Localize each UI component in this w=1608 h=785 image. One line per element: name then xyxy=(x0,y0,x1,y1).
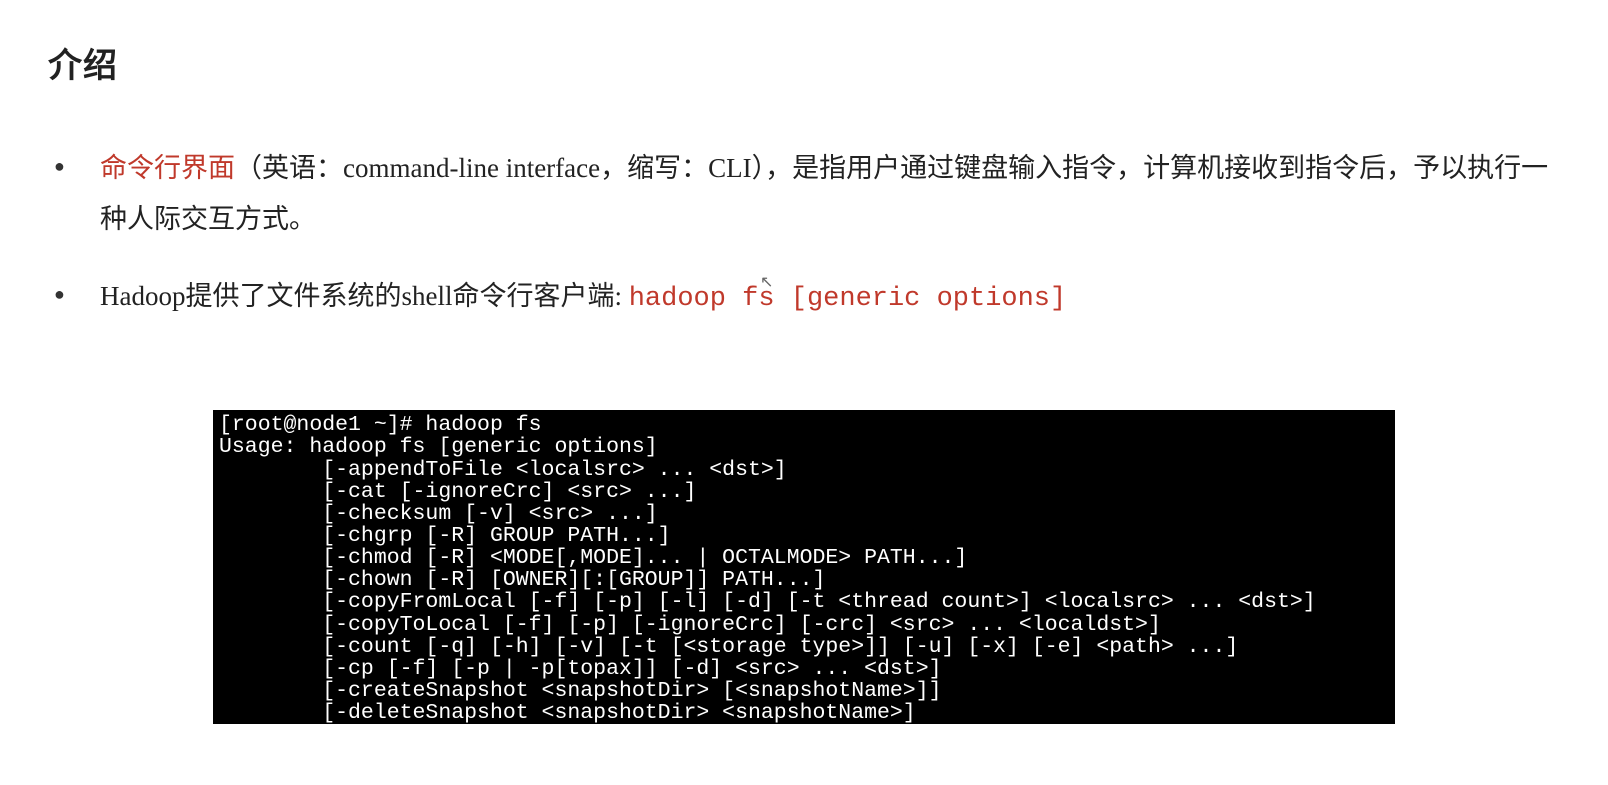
terminal-line: [-chown [-R] [OWNER][:[GROUP]] PATH...] xyxy=(219,568,825,592)
terminal-line: [-checksum [-v] <src> ...] xyxy=(219,502,658,526)
bullet-item-1: 命令行界面（英语：command-line interface，缩写：CLI），… xyxy=(54,143,1560,245)
bullet-item-2-text: Hadoop提供了文件系统的shell命令行客户端: xyxy=(100,281,629,311)
terminal-line: [-createSnapshot <snapshotDir> [<snapsho… xyxy=(219,679,942,703)
terminal-line: [-copyFromLocal [-f] [-p] [-l] [-d] [-t … xyxy=(219,590,1316,614)
heading: 介绍 xyxy=(48,38,1560,87)
terminal-line: [-deleteSnapshot <snapshotDir> <snapshot… xyxy=(219,701,916,724)
terminal-usage-line: Usage: hadoop fs [generic options] xyxy=(219,435,658,459)
terminal-line: [-copyToLocal [-f] [-p] [-ignoreCrc] [-c… xyxy=(219,613,1161,637)
bullet-item-2: Hadoop提供了文件系统的shell命令行客户端: hadoop fs [ge… xyxy=(54,271,1560,325)
terminal-line: [-cat [-ignoreCrc] <src> ...] xyxy=(219,480,696,504)
terminal-line: [-chgrp [-R] GROUP PATH...] xyxy=(219,524,671,548)
terminal-line: [-appendToFile <localsrc> ... <dst>] xyxy=(219,458,787,482)
terminal-line: [-chmod [-R] <MODE[,MODE]... | OCTALMODE… xyxy=(219,546,967,570)
slide: 介绍 命令行界面（英语：command-line interface，缩写：CL… xyxy=(0,0,1608,785)
bullet-list: 命令行界面（英语：command-line interface，缩写：CLI），… xyxy=(48,143,1560,324)
terminal-container: [root@node1 ~]# hadoop fs Usage: hadoop … xyxy=(213,410,1395,724)
bullet-item-1-text: （英语：command-line interface，缩写：CLI），是指用户通… xyxy=(100,153,1548,234)
terminal-prompt-line: [root@node1 ~]# hadoop fs xyxy=(219,413,542,437)
terminal-line: [-count [-q] [-h] [-v] [-t [<storage typ… xyxy=(219,635,1238,659)
cli-term-highlight: 命令行界面 xyxy=(100,153,235,183)
hadoop-command-highlight: hadoop fs [generic options] xyxy=(629,284,1066,314)
terminal-output: [root@node1 ~]# hadoop fs Usage: hadoop … xyxy=(213,410,1395,724)
terminal-line: [-cp [-f] [-p | -p[topax]] [-d] <src> ..… xyxy=(219,657,942,681)
